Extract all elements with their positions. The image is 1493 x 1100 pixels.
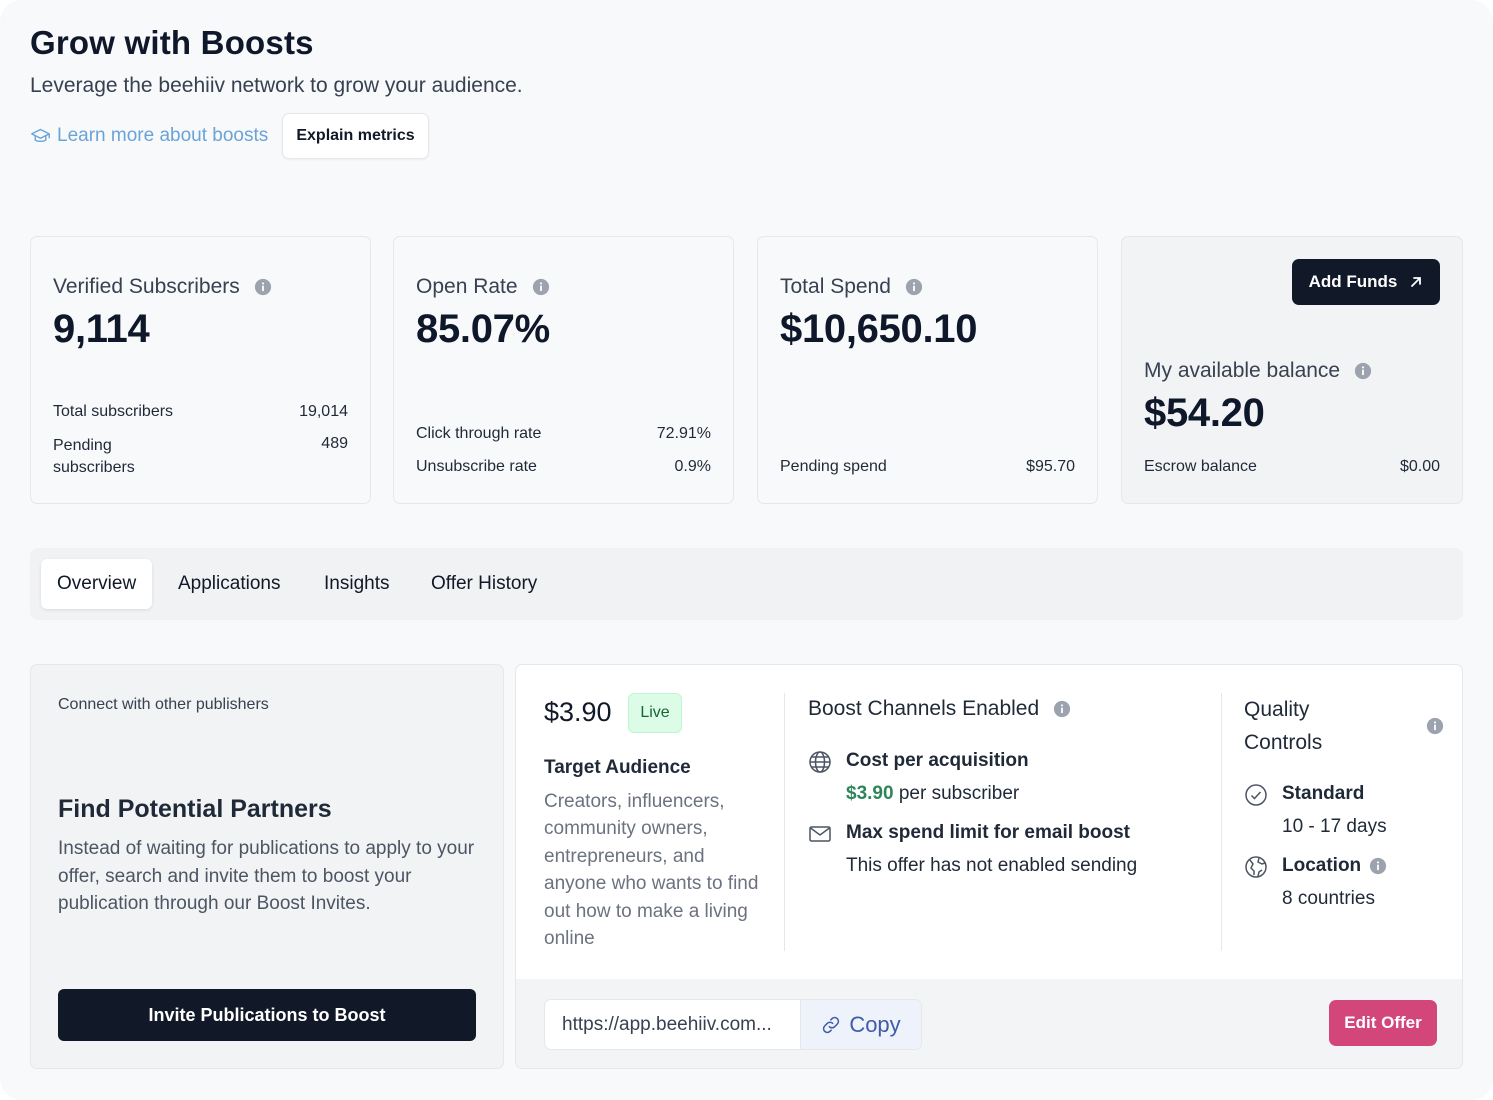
badge-check-icon [1245, 784, 1267, 806]
page-subtitle: Leverage the beehiiv network to grow you… [30, 74, 523, 97]
location-control: Location 8 countries [1244, 854, 1387, 911]
info-icon[interactable] [254, 278, 272, 296]
invite-publications-button[interactable]: Invite Publications to Boost [58, 989, 476, 1041]
stat-label: Total subscribers [53, 403, 174, 420]
info-icon[interactable] [905, 278, 923, 296]
add-funds-label: Add Funds [1308, 272, 1398, 291]
offer-footer: https://app.beehiiv.com... Copy Edit Off… [516, 979, 1462, 1068]
cpa-amount: $3.90 [846, 783, 894, 804]
boost-channels-label: Boost Channels Enabled [808, 697, 1040, 720]
stat-value: 0.9% [674, 458, 711, 475]
info-icon[interactable] [1354, 362, 1372, 380]
escrow-row: Escrow balance $0.00 [1144, 458, 1440, 476]
verified-subscribers-value: 9,114 [53, 307, 150, 351]
standard-title: Standard [1282, 783, 1365, 804]
card-label: My available balance [1144, 359, 1372, 383]
balance-value: $54.20 [1144, 391, 1265, 435]
globe-icon [809, 751, 831, 773]
total-spend-label: Total Spend [780, 275, 891, 298]
stat-value: $0.00 [1399, 458, 1440, 475]
copy-label: Copy [849, 1011, 901, 1037]
partner-description: Instead of waiting for publications to a… [58, 838, 475, 914]
location-description: 8 countries [1282, 888, 1375, 909]
total-spend-value: $10,650.10 [780, 307, 978, 351]
offer-url[interactable]: https://app.beehiiv.com... [545, 1000, 801, 1049]
learn-more-label: Learn more about boosts [57, 125, 269, 146]
quality-controls-heading: Quality Controls [1244, 693, 1444, 759]
open-rate-value: 85.07% [416, 307, 550, 351]
info-icon[interactable] [1053, 700, 1071, 718]
cpa-detail: $3.90 per subscriber [846, 782, 1029, 806]
link-icon [823, 1016, 840, 1033]
copy-button[interactable]: Copy [801, 1000, 921, 1049]
boost-channels-heading: Boost Channels Enabled [808, 697, 1071, 721]
offer-url-field: https://app.beehiiv.com... Copy [544, 999, 922, 1050]
standard-description: 10 - 17 days [1282, 816, 1387, 837]
arrow-up-right-icon [1411, 277, 1422, 287]
tab-bar: Overview Applications Insights Offer His… [30, 548, 1463, 620]
offer-card: $3.90 Live Target Audience Creators, inf… [515, 664, 1463, 1069]
balance-card: Add Funds My available balance $54.20 Es… [1121, 236, 1463, 504]
open-rate-label: Open Rate [416, 275, 518, 298]
email-description: This offer has not enabled sending [846, 855, 1138, 876]
find-partners-card: Connect with other publishers Find Poten… [30, 664, 504, 1069]
quality-controls-label: Quality Controls [1244, 698, 1323, 754]
balance-label: My available balance [1144, 359, 1341, 382]
cpa-channel: Cost per acquisition $3.90 per subscribe… [808, 749, 1029, 806]
tab-insights[interactable]: Insights [308, 559, 405, 609]
edit-offer-button[interactable]: Edit Offer [1329, 1000, 1437, 1046]
explain-metrics-button[interactable]: Explain metrics [282, 113, 429, 159]
stat-label: Escrow balance [1144, 458, 1257, 475]
boosts-page: Grow with Boosts Leverage the beehiiv ne… [0, 0, 1493, 1100]
pending-spend-row: Pending spend $95.70 [780, 458, 1075, 476]
info-icon[interactable] [1426, 717, 1444, 735]
total-spend-card: Total Spend $10,650.10 Pending spend $95… [757, 236, 1098, 504]
stat-value: 19,014 [299, 403, 348, 420]
email-channel: Max spend limit for email boost This off… [808, 821, 1137, 878]
target-audience-label: Target Audience [544, 757, 691, 778]
stat-value: $95.70 [1026, 458, 1075, 475]
tab-overview[interactable]: Overview [41, 559, 153, 609]
open-rate-card: Open Rate 85.07% Click through rate 72.9… [393, 236, 734, 504]
tab-offer-history[interactable]: Offer History [415, 559, 553, 609]
globe-location-icon [1245, 856, 1267, 878]
add-funds-button[interactable]: Add Funds [1292, 259, 1440, 305]
card-label: Total Spend [780, 275, 923, 299]
location-title: Location [1282, 855, 1362, 876]
graduation-cap-icon [31, 128, 50, 142]
stat-label: Unsubscribe rate [416, 458, 537, 475]
tab-applications[interactable]: Applications [162, 559, 296, 609]
divider [784, 693, 785, 951]
card-label: Verified Subscribers [53, 275, 272, 299]
envelope-icon [809, 826, 831, 842]
verified-subscribers-label: Verified Subscribers [53, 275, 240, 298]
total-subscribers-row: Total subscribers 19,014 [53, 403, 348, 421]
stat-value: 72.91% [656, 425, 711, 442]
stat-label: Click through rate [416, 425, 542, 442]
stat-label: Pending subscribers [53, 437, 135, 476]
stat-value: 489 [321, 435, 348, 452]
standard-control: Standard 10 - 17 days [1244, 782, 1387, 839]
offer-price: $3.90 [544, 697, 612, 727]
partner-eyebrow: Connect with other publishers [58, 696, 269, 713]
target-audience-description: Creators, influencers, community owners,… [544, 791, 759, 950]
info-icon[interactable] [1369, 857, 1387, 875]
click-through-row: Click through rate 72.91% [416, 425, 711, 443]
learn-more-link[interactable]: Learn more about boosts [30, 125, 268, 147]
unsubscribe-row: Unsubscribe rate 0.9% [416, 458, 711, 476]
stat-label: Pending spend [780, 458, 887, 475]
cpa-title: Cost per acquisition [846, 750, 1029, 771]
partner-heading: Find Potential Partners [58, 795, 332, 823]
status-badge: Live [628, 693, 682, 733]
cpa-suffix: per subscriber [898, 783, 1020, 804]
info-icon[interactable] [532, 278, 550, 296]
divider [1221, 693, 1222, 951]
pending-subscribers-row: Pending subscribers 489 [53, 435, 348, 479]
page-title: Grow with Boosts [30, 24, 314, 61]
email-title: Max spend limit for email boost [846, 822, 1130, 843]
verified-subscribers-card: Verified Subscribers 9,114 Total subscri… [30, 236, 371, 504]
card-label: Open Rate [416, 275, 550, 299]
location-title-row: Location [1282, 854, 1387, 878]
